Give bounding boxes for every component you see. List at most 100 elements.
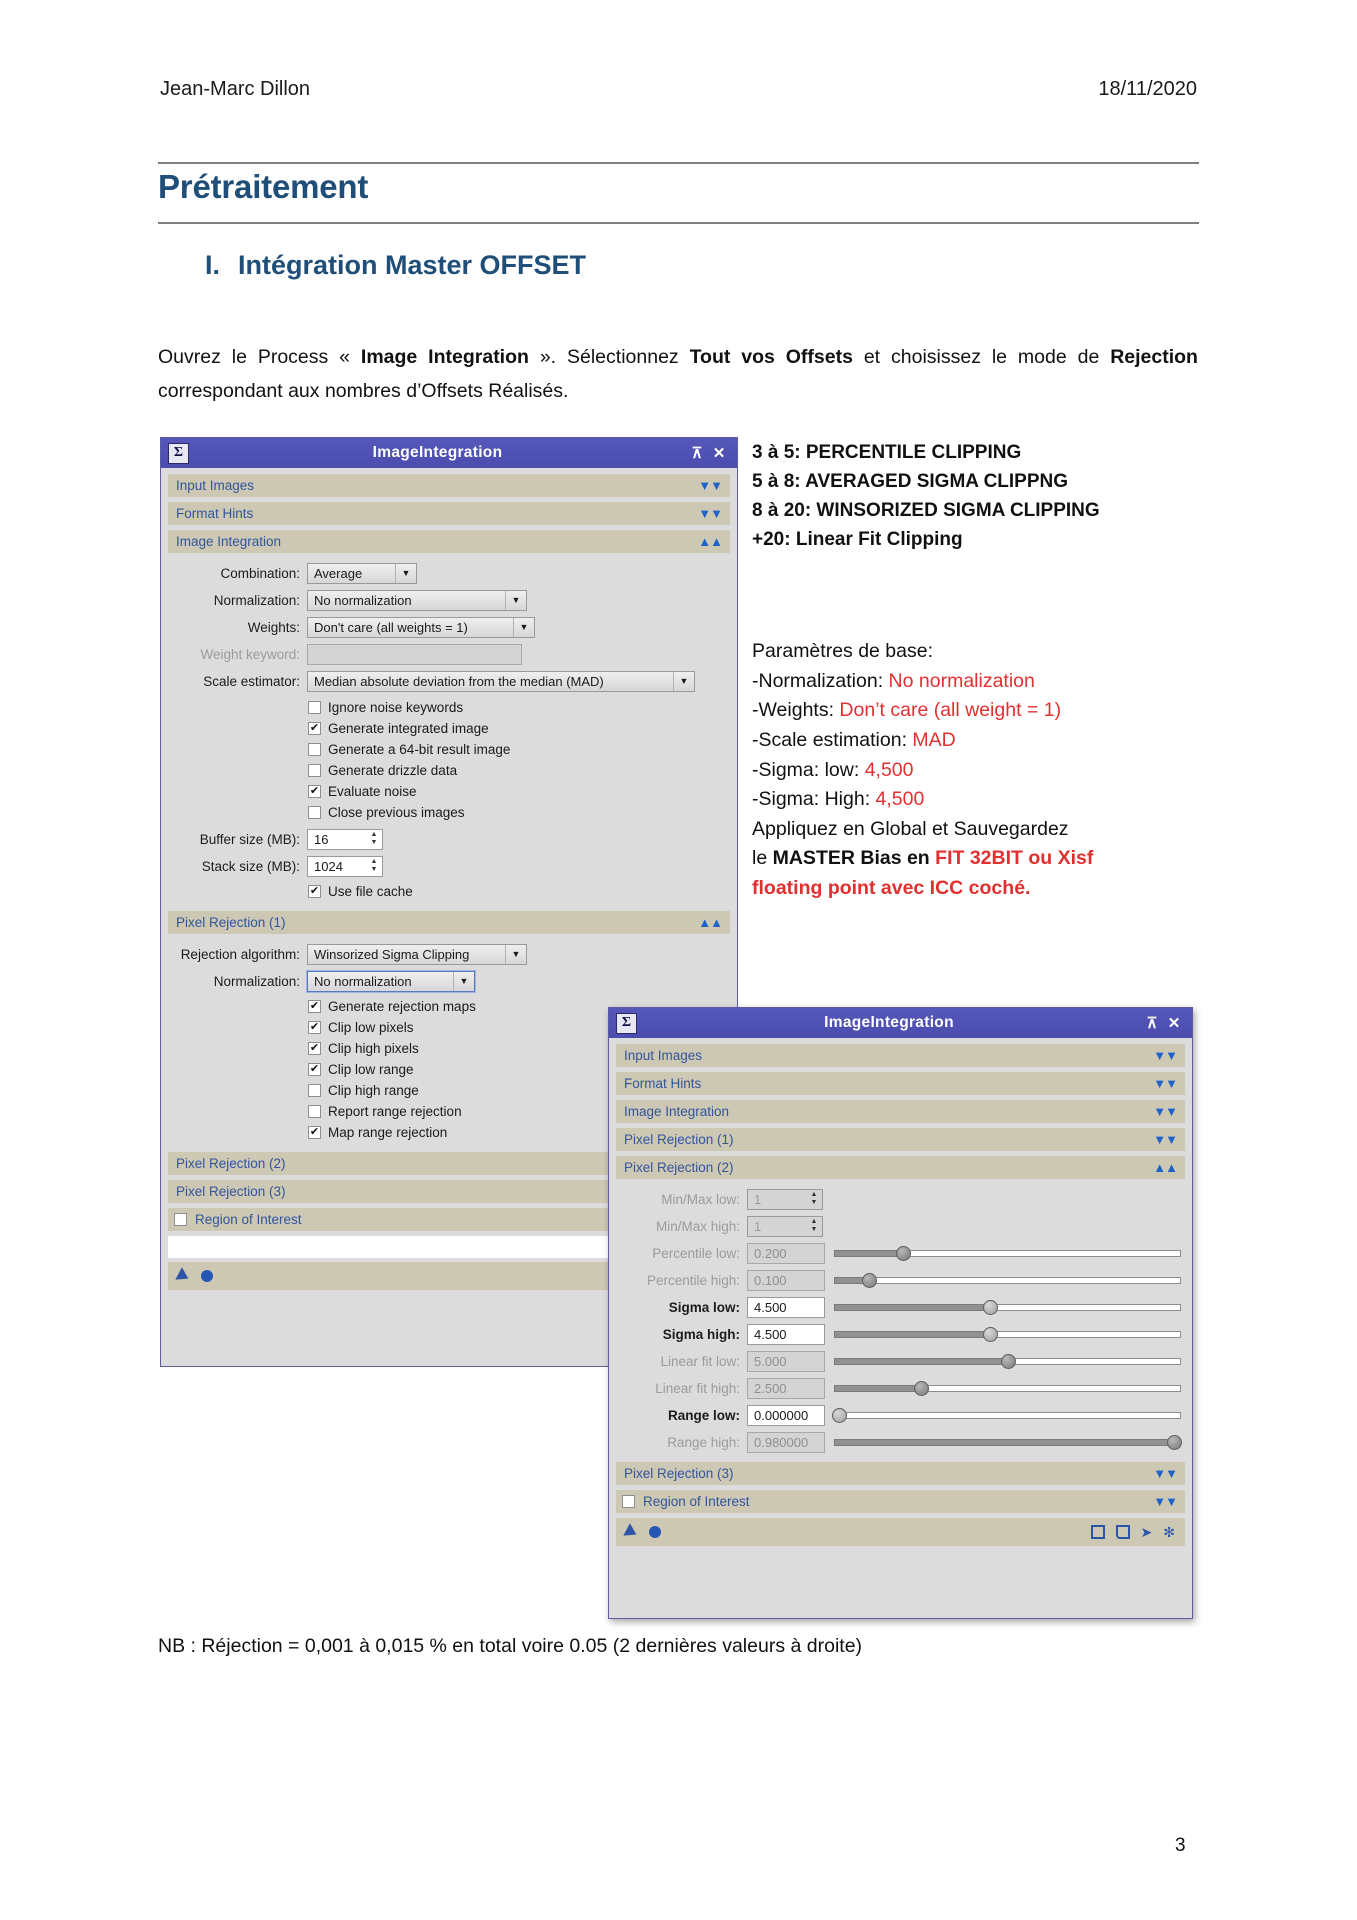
slider-knob[interactable] [983,1300,999,1315]
checkbox-box[interactable] [308,764,321,777]
checkbox-box[interactable]: ✔ [308,1042,321,1055]
image-integration-dialog-2[interactable]: Σ ImageIntegration ⊼ ✕ Input Images ▼▼ F… [608,1007,1193,1619]
chevron-down-icon[interactable]: ▼▼ [1153,1467,1178,1480]
checkbox-box[interactable]: ✔ [308,885,321,898]
stepper-arrows-icon[interactable]: ▲ ▼ [806,1217,822,1236]
checkbox-use-file-cache[interactable]: ✔ Use file cache [308,881,726,902]
slider-knob[interactable] [1167,1435,1183,1450]
linear-fit-high-input[interactable]: 2.500 [747,1377,825,1399]
d2-section-pixel-rejection-3[interactable]: Pixel Rejection (3) ▼▼ [616,1462,1185,1485]
apply-arrow-icon[interactable] [623,1523,640,1541]
minmax-low-stepper[interactable]: 1 ▲ ▼ [747,1188,823,1210]
slider-knob[interactable] [861,1273,877,1288]
stepper-arrows-icon[interactable]: ▲ ▼ [366,857,382,876]
chevron-up-icon[interactable]: ▲▲ [1153,1161,1178,1174]
chevron-down-icon[interactable]: ▼ [513,617,534,637]
combination-select[interactable]: Average ▼ [307,562,417,584]
minmax-high-stepper[interactable]: 1 ▲ ▼ [747,1215,823,1237]
reset-icon[interactable]: ✻ [1163,1524,1175,1541]
section-input-images[interactable]: Input Images ▼▼ [168,474,730,497]
chevron-down-icon[interactable]: ▼ [453,971,474,991]
pointer-icon[interactable]: ➤ [1141,1524,1153,1541]
stepper-arrows-icon[interactable]: ▲ ▼ [366,830,382,849]
checkbox-box[interactable]: ✔ [308,1063,321,1076]
range-low-input[interactable]: 0.000000 [747,1404,825,1426]
checkbox-box[interactable]: ✔ [308,722,321,735]
checkbox-box[interactable]: ✔ [308,1126,321,1139]
percentile-high-input[interactable]: 0.100 [747,1269,825,1291]
d2-section-region-of-interest[interactable]: Region of Interest ▼▼ [616,1490,1185,1513]
checkbox-generate-integrated-image[interactable]: ✔ Generate integrated image [308,718,726,739]
checkbox-ignore-noise-keywords[interactable]: Ignore noise keywords [308,697,726,718]
percentile-high-slider[interactable] [834,1272,1181,1288]
sigma-high-slider[interactable] [834,1326,1181,1342]
chevron-down-icon[interactable]: ▼▼ [1153,1495,1178,1508]
close-icon[interactable]: ✕ [708,444,730,462]
chevron-up-icon[interactable]: ▲▲ [698,916,723,929]
checkbox-box[interactable] [308,806,321,819]
range-high-input[interactable]: 0.980000 [747,1431,825,1453]
chevron-down-icon[interactable]: ▼▼ [1153,1105,1178,1118]
section-format-hints[interactable]: Format Hints ▼▼ [168,502,730,525]
linear-fit-high-slider[interactable] [834,1380,1181,1396]
d2-section-input-images[interactable]: Input Images ▼▼ [616,1044,1185,1067]
sigma-low-input[interactable]: 4.500 [747,1296,825,1318]
dialog2-titlebar[interactable]: Σ ImageIntegration ⊼ ✕ [609,1008,1192,1038]
dialog1-titlebar[interactable]: Σ ImageIntegration ⊼ ✕ [161,438,737,468]
slider-knob[interactable] [983,1327,999,1342]
chevron-down-icon[interactable]: ▼▼ [698,507,723,520]
checkbox-box[interactable] [308,743,321,756]
checkbox-evaluate-noise[interactable]: ✔ Evaluate noise [308,781,726,802]
linear-fit-low-slider[interactable] [834,1353,1181,1369]
section-pixel-rejection-1[interactable]: Pixel Rejection (1) ▲▲ [168,911,730,934]
browse-documentation-icon[interactable] [1115,1525,1130,1539]
checkbox-box[interactable] [308,1105,321,1118]
chevron-down-icon[interactable]: ▼▼ [1153,1049,1178,1062]
apply-global-icon[interactable] [201,1270,213,1282]
slider-knob[interactable] [896,1246,912,1261]
scale-estimator-select[interactable]: Median absolute deviation from the media… [307,670,695,692]
sigma-high-input[interactable]: 4.500 [747,1323,825,1345]
apply-global-icon[interactable] [649,1526,661,1538]
chevron-down-icon[interactable]: ▼ [673,671,694,691]
percentile-low-slider[interactable] [834,1245,1181,1261]
close-icon[interactable]: ✕ [1163,1014,1185,1032]
chevron-down-icon[interactable]: ▼ [505,944,526,964]
normalization-select[interactable]: No normalization ▼ [307,589,527,611]
percentile-low-input[interactable]: 0.200 [747,1242,825,1264]
stepper-arrows-icon[interactable]: ▲ ▼ [806,1190,822,1209]
chevron-down-icon[interactable]: ▼▼ [1153,1077,1178,1090]
stack-size-stepper[interactable]: 1024 ▲ ▼ [307,855,383,877]
chevron-up-icon[interactable]: ▲▲ [698,535,723,548]
weights-select[interactable]: Don't care (all weights = 1) ▼ [307,616,535,638]
checkbox-box[interactable]: ✔ [308,1000,321,1013]
slider-knob[interactable] [832,1408,847,1423]
chevron-down-icon[interactable]: ▼ [395,563,416,583]
chevron-down-icon[interactable]: ▼ [505,590,526,610]
rollup-icon[interactable]: ⊼ [686,444,708,462]
chevron-down-icon[interactable]: ▼▼ [698,479,723,492]
checkbox-box[interactable]: ✔ [308,785,321,798]
new-instance-icon[interactable] [1090,1525,1105,1539]
checkbox-box[interactable] [622,1495,635,1508]
chevron-down-icon[interactable]: ▼▼ [1153,1133,1178,1146]
d2-section-image-integration[interactable]: Image Integration ▼▼ [616,1100,1185,1123]
checkbox-box[interactable] [174,1213,187,1226]
range-low-slider[interactable] [832,1407,1181,1423]
apply-arrow-icon[interactable] [175,1267,192,1285]
linear-fit-low-input[interactable]: 5.000 [747,1350,825,1372]
buffer-size-stepper[interactable]: 16 ▲ ▼ [307,828,383,850]
slider-knob[interactable] [1000,1354,1016,1369]
checkbox-box[interactable]: ✔ [308,1021,321,1034]
section-image-integration[interactable]: Image Integration ▲▲ [168,530,730,553]
rejection-normalization-select[interactable]: No normalization ▼ [307,970,475,992]
d2-section-pixel-rejection-2[interactable]: Pixel Rejection (2) ▲▲ [616,1156,1185,1179]
checkbox-close-previous-images[interactable]: Close previous images [308,802,726,823]
checkbox-generate-64bit-result[interactable]: Generate a 64-bit result image [308,739,726,760]
range-high-slider[interactable] [834,1434,1183,1450]
slider-knob[interactable] [913,1381,929,1396]
checkbox-box[interactable] [308,1084,321,1097]
d2-section-pixel-rejection-1[interactable]: Pixel Rejection (1) ▼▼ [616,1128,1185,1151]
sigma-low-slider[interactable] [834,1299,1181,1315]
rollup-icon[interactable]: ⊼ [1141,1014,1163,1032]
